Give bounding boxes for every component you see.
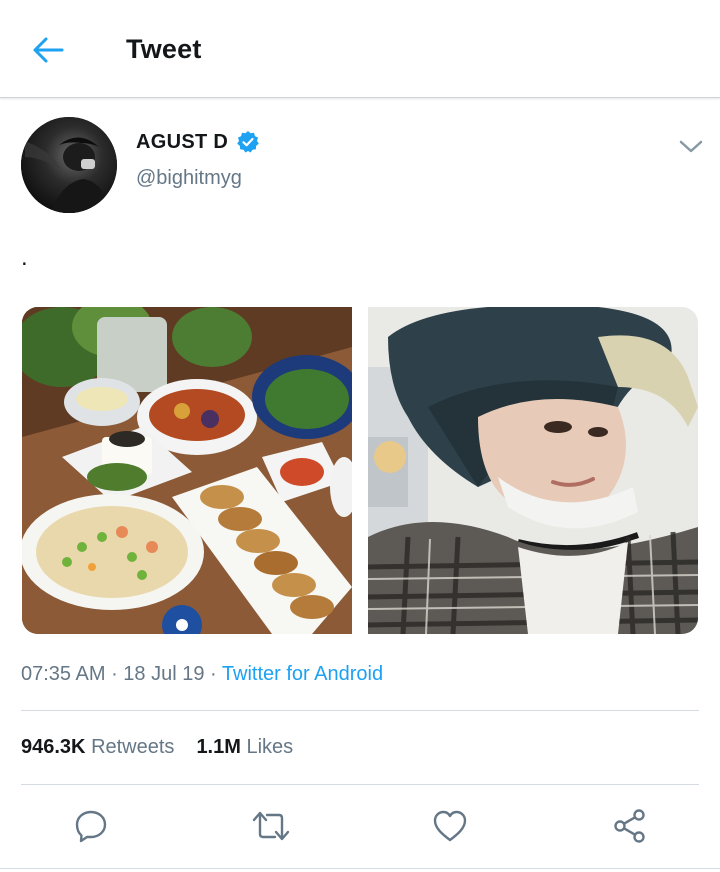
retweet-label: Retweets bbox=[91, 736, 175, 758]
tweet-photo-food[interactable] bbox=[22, 307, 352, 634]
back-button[interactable] bbox=[28, 30, 68, 70]
retweet-button[interactable] bbox=[249, 804, 293, 848]
tweet-time: 07:35 AM bbox=[21, 663, 106, 685]
tweet-photo-selfie[interactable] bbox=[368, 307, 698, 634]
more-options-button[interactable] bbox=[678, 136, 704, 156]
divider bbox=[0, 868, 720, 869]
arrow-left-icon bbox=[33, 37, 64, 63]
tweet-timestamp: 07:35 AM · 18 Jul 19 · Twitter for Andro… bbox=[21, 663, 383, 686]
heart-icon bbox=[433, 810, 467, 842]
retweet-icon bbox=[252, 811, 290, 841]
likes-stat[interactable]: 1.1M Likes bbox=[196, 736, 293, 759]
selfie-photo-icon bbox=[368, 307, 698, 634]
verified-badge-icon bbox=[237, 131, 259, 153]
meta-separator: · bbox=[204, 663, 222, 685]
share-button[interactable] bbox=[608, 804, 652, 848]
user-handle[interactable]: @bighitmyg bbox=[136, 167, 242, 190]
reply-button[interactable] bbox=[69, 804, 113, 848]
tweet-source-link[interactable]: Twitter for Android bbox=[222, 663, 383, 685]
retweets-stat[interactable]: 946.3K Retweets bbox=[21, 736, 174, 759]
tweet-stats: 946.3K Retweets 1.1M Likes bbox=[21, 736, 293, 759]
app-bar: Tweet bbox=[0, 0, 720, 98]
share-icon bbox=[614, 809, 645, 843]
tweet-date: 18 Jul 19 bbox=[123, 663, 205, 685]
divider bbox=[21, 710, 699, 711]
avatar[interactable] bbox=[21, 117, 117, 213]
meta-separator: · bbox=[105, 663, 124, 685]
avatar-photo bbox=[21, 117, 117, 213]
reply-icon bbox=[75, 810, 107, 843]
like-button[interactable] bbox=[428, 804, 472, 848]
divider bbox=[21, 784, 699, 785]
food-photo-icon bbox=[22, 307, 352, 634]
like-count: 1.1M bbox=[196, 736, 241, 758]
author-name-row[interactable]: AGUST D bbox=[136, 130, 260, 154]
page-title: Tweet bbox=[126, 34, 202, 64]
tweet-text: . bbox=[21, 244, 28, 271]
display-name: AGUST D bbox=[136, 130, 229, 153]
chevron-down-icon bbox=[679, 140, 703, 153]
retweet-count: 946.3K bbox=[21, 736, 86, 758]
like-label: Likes bbox=[246, 736, 294, 758]
